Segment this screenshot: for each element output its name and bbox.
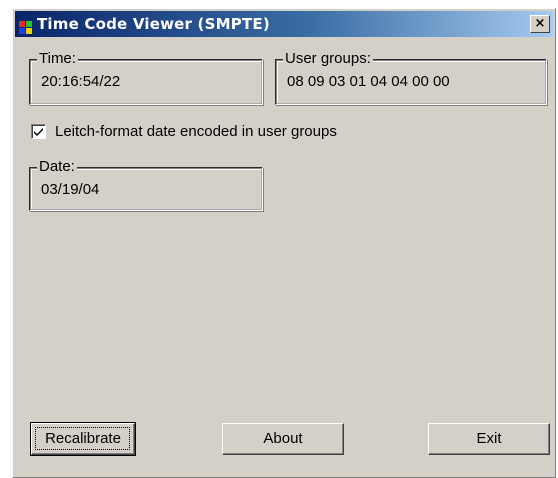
time-group: Time: 20:16:54/22 — [29, 51, 263, 105]
user-groups-group: User groups: 08 09 03 01 04 04 00 00 — [275, 51, 547, 105]
close-icon: × — [534, 16, 546, 31]
focus-indicator — [35, 427, 130, 450]
date-label: Date: — [37, 158, 77, 175]
time-label: Time: — [37, 50, 78, 67]
exit-button-label: Exit — [476, 430, 502, 447]
leitch-date-checkbox-label[interactable]: Leitch-format date encoded in user group… — [55, 123, 337, 141]
date-value: 03/19/04 — [41, 181, 100, 198]
user-groups-value: 08 09 03 01 04 04 00 00 — [287, 73, 450, 90]
tiles-app-icon — [19, 17, 33, 34]
user-groups-label: User groups: — [283, 50, 373, 67]
close-button[interactable]: × — [530, 15, 550, 33]
about-button[interactable]: About — [222, 423, 344, 455]
about-button-label: About — [263, 430, 303, 447]
checkmark-icon — [34, 128, 43, 136]
title-bar[interactable]: Time Code Viewer (SMPTE) × — [15, 11, 553, 37]
time-value: 20:16:54/22 — [41, 73, 121, 90]
date-group: Date: 03/19/04 — [29, 159, 263, 211]
leitch-date-checkbox[interactable] — [31, 124, 46, 139]
exit-button[interactable]: Exit — [428, 423, 550, 455]
time-code-viewer-window: Time Code Viewer (SMPTE) × Time: 20:16:5… — [12, 8, 556, 478]
window-title: Time Code Viewer (SMPTE) — [37, 15, 270, 33]
recalibrate-button[interactable]: Recalibrate — [30, 422, 136, 456]
